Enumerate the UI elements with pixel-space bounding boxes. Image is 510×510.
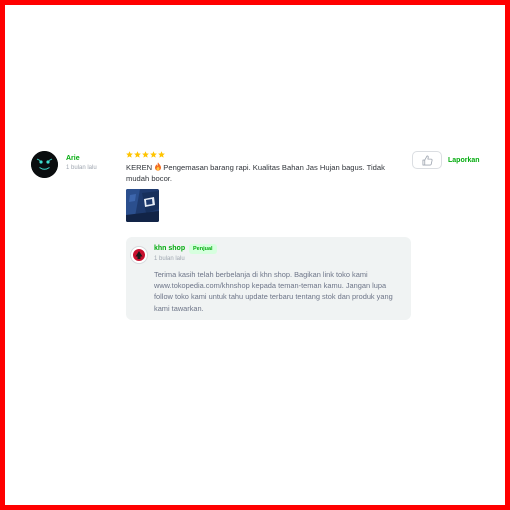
dark-avatar-icon: [31, 151, 58, 178]
star-icon: [142, 151, 149, 158]
star-icon: [134, 151, 141, 158]
seller-avatar[interactable]: [130, 246, 148, 264]
seller-badge: Penjual: [189, 244, 217, 254]
review-text-body: Pengemasan barang rapi. Kualitas Bahan J…: [126, 163, 385, 183]
like-button[interactable]: [412, 151, 442, 169]
seller-reply: khn shop Penjual 1 bulan lalu Terima kas…: [126, 237, 411, 320]
reply-timestamp: 1 bulan lalu: [154, 256, 185, 262]
reviewer-avatar[interactable]: [31, 151, 58, 178]
reply-text: Terima kasih telah berbelanja di khn sho…: [154, 270, 393, 313]
thumbs-up-icon: [422, 155, 433, 165]
review-text: KEREN Pengemasan barang rapi. Kualitas B…: [126, 162, 404, 184]
review-text-prefix: KEREN: [126, 163, 153, 172]
review-photo-thumbnail[interactable]: [126, 189, 159, 222]
star-icon: [158, 151, 165, 158]
seller-name[interactable]: khn shop: [154, 245, 185, 252]
seller-logo-icon: [131, 247, 147, 263]
review-timestamp: 1 bulan lalu: [66, 165, 97, 171]
reviewer-name[interactable]: Arie: [66, 155, 80, 162]
star-icon: [150, 151, 157, 158]
rating-stars: [126, 151, 165, 158]
report-link[interactable]: Laporkan: [448, 157, 480, 164]
review-card: Arie 1 bulan lalu KEREN Pengemasan baran…: [0, 0, 510, 510]
fire-icon: [154, 162, 162, 171]
star-icon: [126, 151, 133, 158]
